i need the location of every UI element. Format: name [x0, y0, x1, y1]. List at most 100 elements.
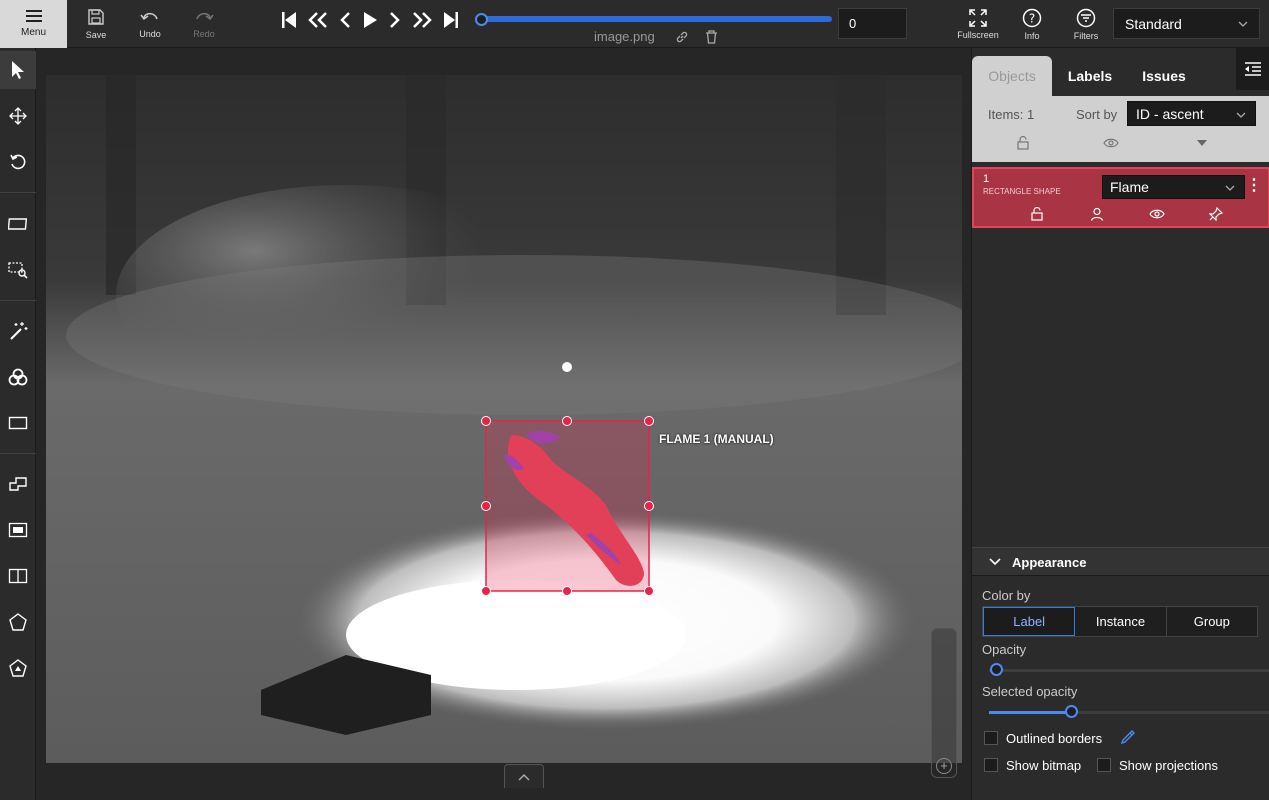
workspace-value: Standard	[1125, 16, 1182, 32]
eye-all-icon[interactable]	[1103, 136, 1119, 150]
hamburger-icon	[25, 10, 42, 22]
workspace-select[interactable]: Standard	[1113, 8, 1260, 39]
outlined-borders-checkbox[interactable]	[984, 731, 998, 745]
rectangle-shape[interactable]	[37, 48, 970, 800]
last-frame-icon[interactable]	[442, 10, 460, 30]
expand-bottom-panel-button[interactable]	[504, 764, 544, 788]
outlined-borders-label: Outlined borders	[1006, 731, 1103, 746]
cuboid-tool[interactable]	[0, 511, 36, 549]
pentagon-tool[interactable]	[0, 603, 36, 641]
opacity-slider-track[interactable]	[989, 669, 1269, 672]
tab-objects[interactable]: Objects	[972, 56, 1052, 96]
object-more-icon[interactable]: ⋮	[1246, 175, 1262, 195]
rotate-icon	[10, 154, 26, 170]
pentagon-icon	[9, 613, 27, 631]
mask-tool[interactable]	[0, 649, 36, 687]
pin-icon[interactable]	[1209, 207, 1223, 221]
undo-icon	[140, 12, 158, 21]
rectangle-tool[interactable]	[0, 404, 36, 442]
object-text-label: FLAME 1 (MANUAL)	[659, 432, 774, 446]
fullscreen-button[interactable]: Fullscreen	[955, 0, 1001, 48]
info-button[interactable]: ? Info	[1016, 0, 1048, 48]
sort-by-label: Sort by	[1076, 107, 1118, 122]
items-count: Items: 1	[988, 107, 1035, 122]
zoom-region-icon	[8, 262, 28, 279]
appearance-header[interactable]: Appearance	[972, 548, 1269, 576]
tab-issues[interactable]: Issues	[1128, 56, 1200, 96]
svg-text:?: ?	[1029, 11, 1035, 25]
eye-icon[interactable]	[1149, 207, 1165, 221]
selected-opacity-slider-fill	[989, 711, 1073, 714]
zoom-region-tool[interactable]	[0, 251, 36, 289]
first-frame-icon[interactable]	[280, 10, 298, 30]
next-frame-icon[interactable]	[388, 10, 402, 30]
show-bitmap-checkbox[interactable]	[984, 758, 998, 772]
chevron-down-icon	[1238, 21, 1248, 27]
filters-button[interactable]: Filters	[1070, 0, 1102, 48]
redo-button[interactable]: Redo	[188, 0, 220, 48]
zoom-control[interactable]: +	[931, 628, 957, 778]
object-item[interactable]: 1 RECTANGLE SHAPE Flame ⋮	[972, 167, 1269, 228]
object-type: RECTANGLE SHAPE	[983, 187, 1061, 196]
undo-button[interactable]: Undo	[134, 0, 166, 48]
show-projections-checkbox[interactable]	[1097, 758, 1111, 772]
forward-fast-icon[interactable]	[411, 10, 433, 30]
objects-sidebar: Objects Labels Issues Items: 1 Sort by I…	[971, 48, 1269, 800]
save-button[interactable]: Save	[80, 0, 112, 48]
split-tool[interactable]	[0, 557, 36, 595]
link-icon[interactable]	[675, 30, 689, 44]
color-by-group-option[interactable]: Group	[1166, 607, 1257, 636]
previous-frame-icon[interactable]	[338, 10, 352, 30]
annotation-canvas[interactable]: FLAME 1 (MANUAL) +	[37, 48, 970, 800]
caret-down-icon[interactable]	[1196, 139, 1208, 147]
fullscreen-label: Fullscreen	[957, 29, 999, 40]
cuboid-icon	[8, 522, 28, 538]
opacity-label: Opacity	[982, 642, 1027, 657]
fit-image-tool[interactable]	[0, 205, 36, 243]
rotate-tool[interactable]	[0, 143, 36, 181]
collapse-sidebar-button[interactable]	[1236, 48, 1269, 90]
save-label: Save	[85, 30, 107, 40]
color-by-label-option[interactable]: Label	[983, 607, 1076, 636]
trash-icon[interactable]	[705, 30, 718, 44]
unlock-all-icon[interactable]	[1016, 136, 1030, 150]
object-label-value: Flame	[1110, 179, 1149, 195]
magic-wand-tool[interactable]	[0, 312, 36, 350]
unlock-icon[interactable]	[1030, 207, 1044, 221]
back-fast-icon[interactable]	[307, 10, 329, 30]
menu-button[interactable]: Menu	[0, 0, 67, 48]
chevron-down-icon	[1236, 112, 1246, 118]
fit-icon	[8, 218, 28, 230]
frame-slider-knob[interactable]	[475, 13, 488, 26]
frame-slider-track[interactable]	[480, 16, 832, 22]
openvino-tool[interactable]	[0, 358, 36, 396]
mask-icon	[9, 659, 27, 677]
menu-label: Menu	[20, 27, 46, 38]
sort-select[interactable]: ID - ascent	[1127, 101, 1256, 126]
filters-label: Filters	[1073, 30, 1099, 41]
frame-number-input[interactable]: 0	[838, 8, 907, 39]
info-icon: ?	[1022, 8, 1042, 27]
user-icon[interactable]	[1090, 207, 1104, 221]
move-tool[interactable]	[0, 97, 36, 135]
filter-icon	[1076, 8, 1096, 27]
object-id: 1	[983, 173, 990, 185]
tab-labels[interactable]: Labels	[1052, 56, 1128, 96]
color-picker-icon[interactable]	[1120, 729, 1136, 745]
show-bitmap-label: Show bitmap	[1006, 758, 1082, 773]
polygon-tool[interactable]	[0, 465, 36, 503]
opacity-slider-knob[interactable]	[990, 663, 1003, 676]
objects-header: Items: 1 Sort by ID - ascent	[972, 96, 1269, 162]
cursor-tool[interactable]	[0, 51, 36, 89]
play-icon[interactable]	[361, 10, 379, 30]
redo-icon	[196, 12, 214, 21]
selected-opacity-slider-knob[interactable]	[1065, 705, 1078, 718]
zoom-in-icon[interactable]: +	[936, 758, 952, 774]
appearance-title: Appearance	[1012, 555, 1087, 570]
redo-label: Redo	[193, 29, 215, 39]
undo-label: Undo	[139, 29, 161, 39]
color-by-label: Color by	[982, 588, 1031, 603]
object-label-select[interactable]: Flame	[1102, 175, 1245, 199]
color-by-instance-option[interactable]: Instance	[1075, 607, 1167, 636]
color-by-selector: Label Instance Group	[982, 606, 1258, 637]
